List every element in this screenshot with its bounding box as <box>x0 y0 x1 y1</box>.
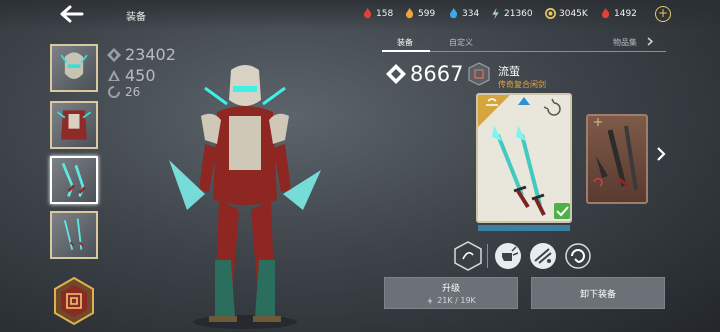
blue-flame-icon <box>449 8 458 19</box>
chevron-right-icon[interactable] <box>655 146 667 162</box>
armor-icon <box>56 110 92 140</box>
tab-equipment[interactable]: 装备 <box>397 37 413 48</box>
dark-blades-icon <box>593 118 638 191</box>
upgrade-cost: 21K / 19K <box>426 296 476 305</box>
item-name: 流萤 <box>498 65 520 78</box>
gold-coin-icon <box>545 8 556 19</box>
power-diamond-icon <box>107 47 121 62</box>
resource-energy: 21360 <box>490 8 533 19</box>
slot-ranged[interactable] <box>50 211 98 259</box>
skill-divider <box>487 244 488 268</box>
twin-blades-icon <box>478 95 570 219</box>
twin-blades-icon <box>61 162 86 198</box>
resource-orange: 599 <box>404 8 435 19</box>
resource-blue: 334 <box>448 8 479 19</box>
throwing-spears-icon <box>63 218 84 250</box>
equipment-tabs: 装备 自定义 物品集 <box>382 34 666 52</box>
orange-flame-icon <box>405 8 414 19</box>
level-pyramid-icon <box>108 69 120 81</box>
energy-icon <box>427 296 433 305</box>
resource-gold: 3045K <box>545 8 588 19</box>
page-title: 装备 <box>126 12 146 23</box>
resource-red: 158 <box>362 8 393 19</box>
item-rune-icon <box>468 62 490 86</box>
tab-custom[interactable]: 自定义 <box>449 37 473 48</box>
red-flame-icon <box>363 8 372 19</box>
tab-collection[interactable]: 物品集 <box>613 37 637 48</box>
rank-swirl-icon <box>108 86 120 98</box>
magic-rune-badge-icon[interactable] <box>52 276 96 326</box>
item-power: 8667 <box>386 62 463 86</box>
skill-rune-icon[interactable] <box>454 241 482 271</box>
add-currency-button[interactable]: + <box>655 6 671 22</box>
item-subtitle: 传奇复合闲剑 <box>498 80 546 89</box>
resource-ruby: 1492 <box>600 8 637 19</box>
stat-level: 450 <box>107 66 156 85</box>
energy-icon <box>492 8 499 19</box>
stat-rank: 26 <box>107 85 140 99</box>
tab-underline <box>382 50 430 52</box>
upgrade-button[interactable]: 升级 21K / 19K <box>384 277 518 309</box>
helmet-icon <box>60 52 88 79</box>
chevron-right-icon[interactable] <box>646 37 654 46</box>
unequip-button[interactable]: 卸下装备 <box>531 277 665 309</box>
fist-strike-icon[interactable] <box>494 241 522 271</box>
ruby-icon <box>601 8 610 19</box>
power-diamond-icon <box>386 64 406 84</box>
alternate-item-card[interactable] <box>586 114 648 204</box>
back-arrow-icon[interactable] <box>58 4 84 24</box>
swirl-ability-icon[interactable] <box>564 241 592 271</box>
slot-weapon[interactable] <box>50 156 98 204</box>
slash-combo-icon[interactable] <box>529 241 557 271</box>
equipped-item-card[interactable] <box>476 93 572 223</box>
slot-armor[interactable] <box>50 101 98 149</box>
slot-helmet[interactable] <box>50 44 98 92</box>
card-rarity-bar <box>478 225 570 231</box>
hero-character-model <box>169 65 321 329</box>
